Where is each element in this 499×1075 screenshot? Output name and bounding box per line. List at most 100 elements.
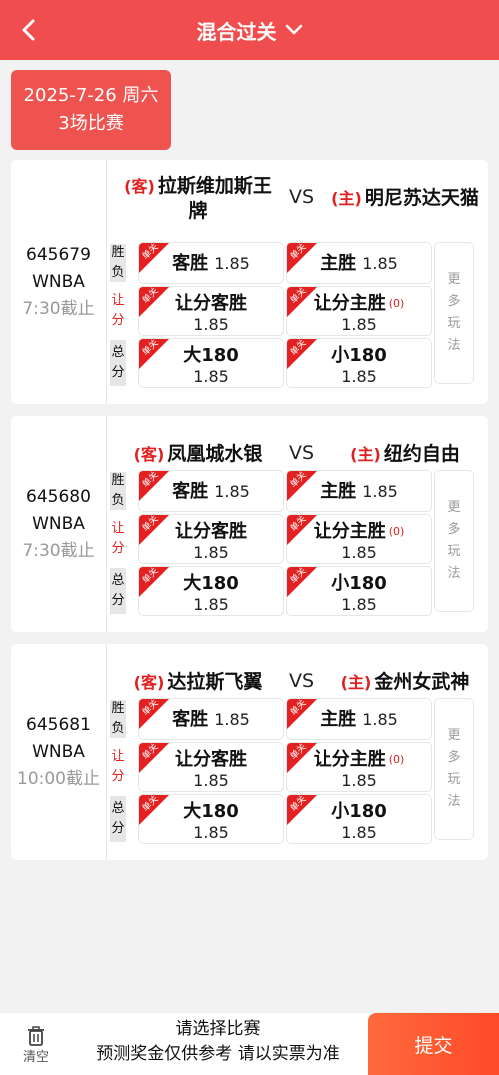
over-option[interactable]: 单关 1.85 大180 (138, 566, 284, 616)
away-team-name: 达拉斯飞翼 (167, 671, 263, 693)
option-label: 客胜 (172, 709, 209, 730)
top-bar: 混合过关 (0, 0, 499, 60)
away-tag: (客) (133, 445, 165, 464)
under-option[interactable]: 单关 1.85 小180 (286, 338, 432, 388)
clear-button[interactable]: 清空 (12, 1021, 60, 1069)
row-label-total: 总分 (110, 340, 126, 386)
league-name: WNBA (32, 741, 85, 762)
footer-hint: 请选择比赛 预测奖金仅供参考 请以实票为准 (70, 1017, 366, 1067)
home-team: (主) 金州女武神 (321, 670, 489, 695)
row-label-winlose: 胜负 (110, 472, 126, 510)
row-label-total: 总分 (110, 796, 126, 842)
date-filter-chip[interactable]: 2025-7-26 周六 3场比赛 (11, 70, 171, 150)
home-team-name: 纽约自由 (383, 443, 460, 465)
option-label: 大180 (183, 345, 239, 366)
over-option[interactable]: 单关 1.85 大180 (138, 794, 284, 844)
more-plays-char: 更 (447, 272, 461, 287)
option-line: 客胜 1.85 (139, 480, 283, 504)
option-odds: 1.85 (193, 771, 229, 790)
home-win-option[interactable]: 单关 主胜 1.85 (286, 698, 432, 740)
league-name: WNBA (32, 271, 85, 292)
match-id: 645681 (26, 714, 91, 735)
match-info: 645679 WNBA 7:30截止 (11, 160, 107, 404)
more-plays-char: 多 (447, 522, 461, 537)
deadline-label: 10:00截止 (17, 768, 100, 789)
home-tag: (主) (340, 673, 372, 692)
more-plays-char: 法 (447, 794, 461, 809)
under-option[interactable]: 单关 1.85 小180 (286, 794, 432, 844)
option-label: 小180 (331, 801, 387, 822)
option-odds: 1.85 (193, 543, 229, 562)
away-tag: (客) (133, 673, 165, 692)
home-win-option[interactable]: 单关 主胜 1.85 (286, 242, 432, 284)
option-line: 主胜 1.85 (287, 708, 431, 732)
option-line: 让分客胜 (139, 748, 283, 772)
option-label: 让分主胜 (313, 293, 386, 314)
more-plays-char: 多 (447, 750, 461, 765)
more-plays-char: 玩 (447, 316, 461, 331)
away-win-option[interactable]: 单关 客胜 1.85 (138, 242, 284, 284)
row-label-handicap: 让分 (110, 516, 126, 562)
over-option[interactable]: 单关 1.85 大180 (138, 338, 284, 388)
option-line: 大180 (139, 572, 283, 596)
option-line: 大180 (139, 800, 283, 824)
option-line: 让分客胜 (139, 520, 283, 544)
option-odds: 1.85 (214, 254, 250, 273)
row-label-handicap: 让分 (110, 288, 126, 334)
more-plays-button[interactable]: 更多玩法 (434, 698, 474, 840)
page-title: 混合过关 (196, 19, 277, 44)
option-odds: 1.85 (214, 710, 250, 729)
handicap-home-option[interactable]: 单关 1.85 让分主胜 (0) (286, 286, 432, 336)
vs-label: VS (289, 442, 315, 464)
handicap-away-option[interactable]: 单关 1.85 让分客胜 (138, 286, 284, 336)
select-match-hint: 请选择比赛 (175, 1019, 261, 1039)
option-line: 让分主胜 (0) (287, 520, 431, 544)
option-odds: 1.85 (193, 315, 229, 334)
option-line: 客胜 1.85 (139, 708, 283, 732)
handicap-line: (0) (388, 297, 405, 310)
more-plays-char: 法 (447, 566, 461, 581)
under-option[interactable]: 单关 1.85 小180 (286, 566, 432, 616)
option-label: 主胜 (320, 253, 357, 274)
option-line: 小180 (287, 572, 431, 596)
more-plays-button[interactable]: 更多玩法 (434, 242, 474, 384)
option-label: 客胜 (172, 481, 209, 502)
more-plays-char: 玩 (447, 544, 461, 559)
option-odds: 1.85 (362, 254, 398, 273)
option-line: 让分主胜 (0) (287, 748, 431, 772)
handicap-home-option[interactable]: 单关 1.85 让分主胜 (0) (286, 742, 432, 792)
handicap-home-option[interactable]: 单关 1.85 让分主胜 (0) (286, 514, 432, 564)
option-label: 大180 (183, 801, 239, 822)
handicap-away-option[interactable]: 单关 1.85 让分客胜 (138, 742, 284, 792)
option-line: 让分主胜 (0) (287, 292, 431, 316)
option-odds: 1.85 (362, 482, 398, 501)
option-odds: 1.85 (341, 543, 377, 562)
submit-button[interactable]: 提交 (368, 1013, 499, 1075)
match-id: 645680 (26, 486, 91, 507)
handicap-line: (0) (388, 753, 405, 766)
option-odds: 1.85 (193, 367, 229, 386)
handicap-line: (0) (388, 525, 405, 538)
more-plays-button[interactable]: 更多玩法 (434, 470, 474, 612)
handicap-away-option[interactable]: 单关 1.85 让分客胜 (138, 514, 284, 564)
home-team-name: 明尼苏达天猫 (364, 187, 479, 209)
trash-icon (28, 1025, 44, 1046)
more-plays-char: 玩 (447, 772, 461, 787)
home-win-option[interactable]: 单关 主胜 1.85 (286, 470, 432, 512)
option-label: 主胜 (320, 481, 357, 502)
page-title-dropdown[interactable]: 混合过关 (0, 0, 499, 60)
deadline-label: 7:30截止 (22, 540, 95, 561)
date-label: 2025-7-26 周六 (23, 85, 159, 106)
option-line: 主胜 1.85 (287, 480, 431, 504)
home-team: (主) 纽约自由 (321, 442, 489, 467)
option-label: 让分客胜 (175, 293, 247, 314)
option-odds: 1.85 (214, 482, 250, 501)
match-id: 645679 (26, 244, 91, 265)
option-label: 让分主胜 (313, 521, 386, 542)
row-label-total: 总分 (110, 568, 126, 614)
option-odds: 1.85 (362, 710, 398, 729)
away-win-option[interactable]: 单关 客胜 1.85 (138, 470, 284, 512)
clear-label: 清空 (22, 1049, 49, 1065)
option-label: 小180 (331, 345, 387, 366)
away-win-option[interactable]: 单关 客胜 1.85 (138, 698, 284, 740)
